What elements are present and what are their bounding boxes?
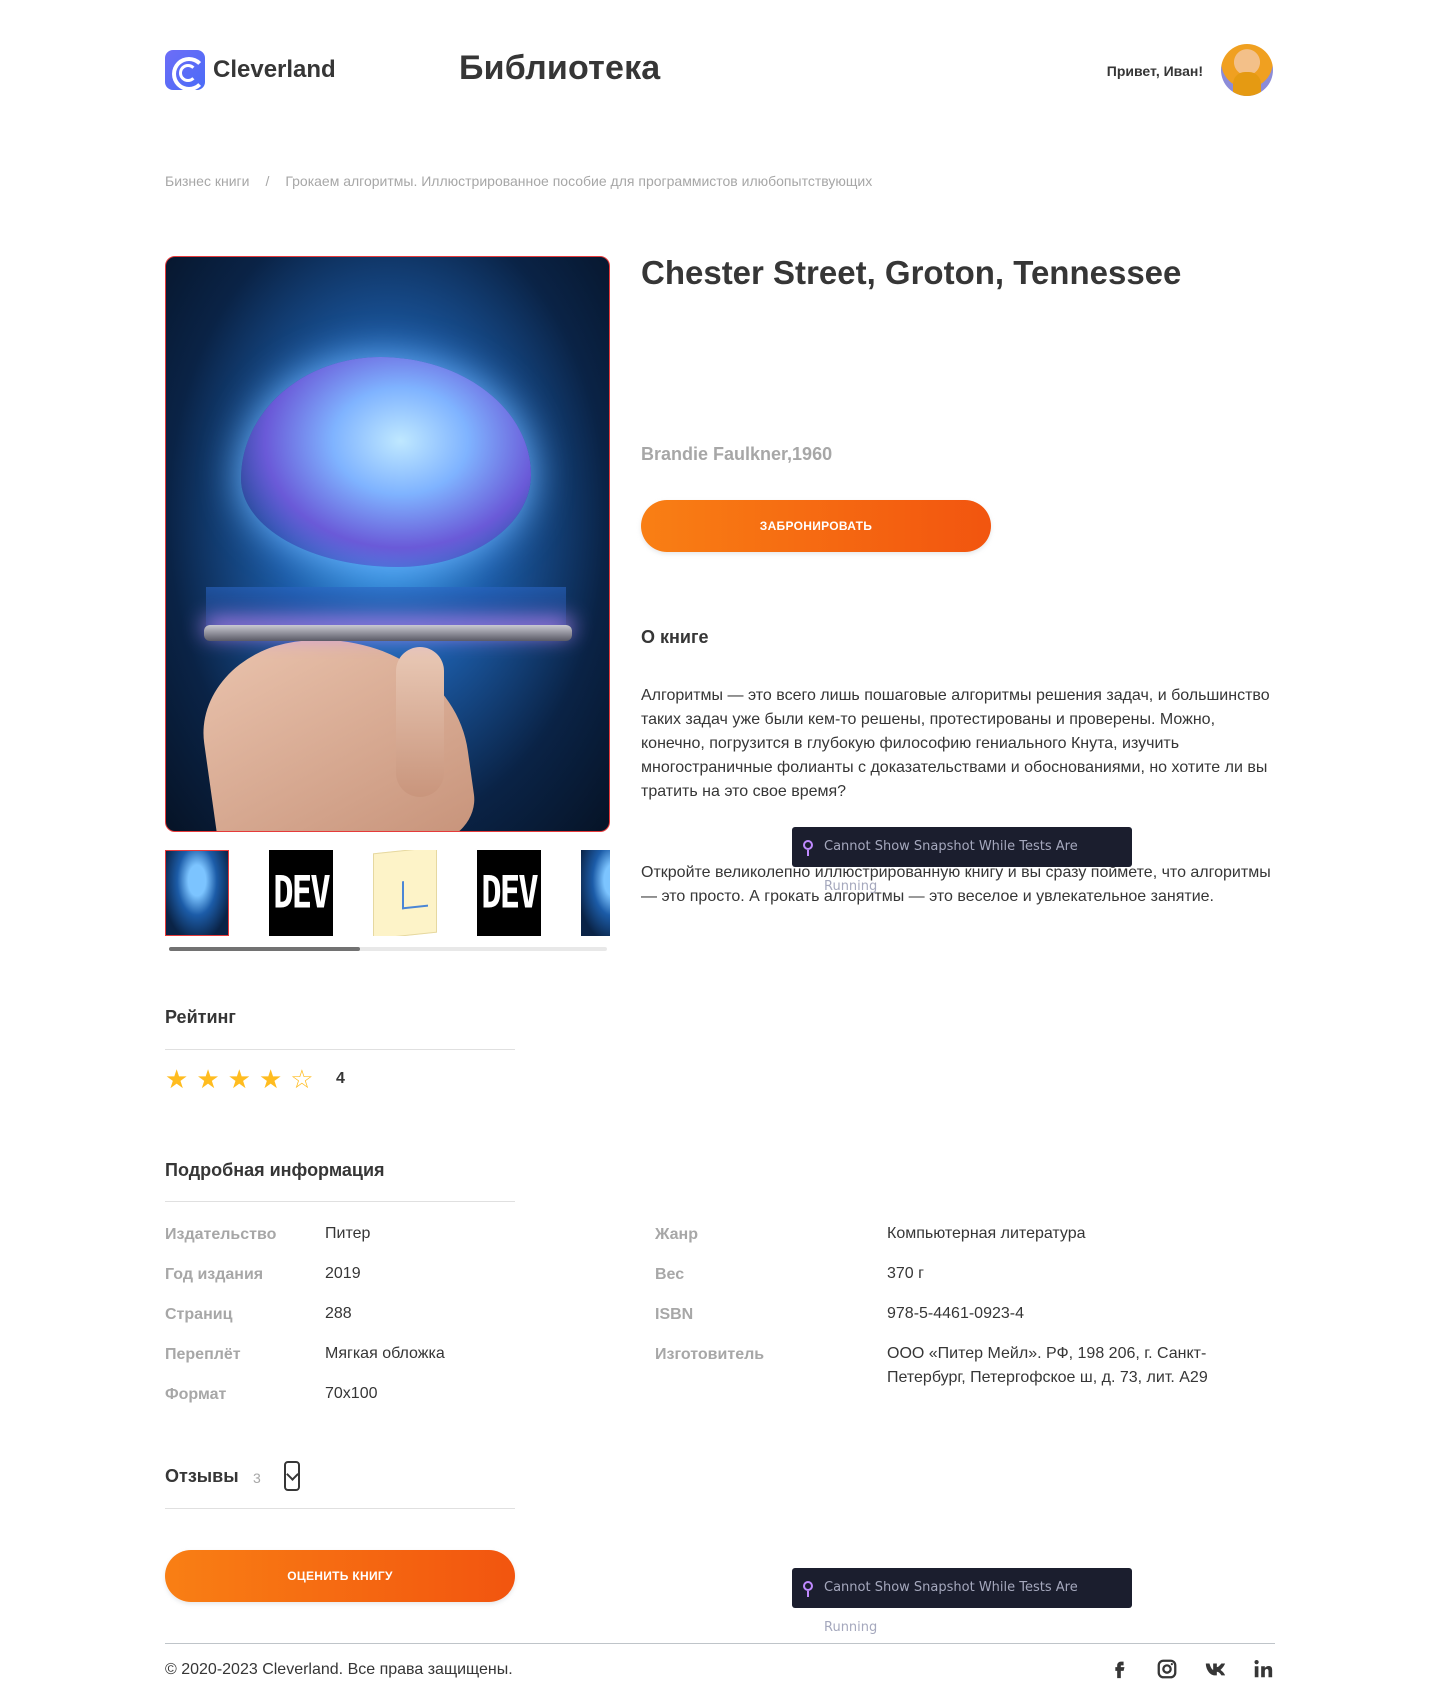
detail-value-binding: Мягкая обложка xyxy=(325,1345,445,1362)
facebook-icon[interactable] xyxy=(1106,1656,1132,1682)
rating-value: 4 xyxy=(336,1070,345,1087)
snapshot-notice: Cannot Show Snapshot While Tests Are Run… xyxy=(792,1568,1132,1635)
about-title: О книге xyxy=(641,627,709,647)
vk-icon[interactable] xyxy=(1202,1656,1228,1682)
header: Cleverland Библиотека Привет, Иван! xyxy=(165,44,1275,100)
book-author: Brandie Faulkner,1960 xyxy=(641,444,833,464)
pin-icon xyxy=(803,840,813,856)
about-paragraph-2: Откройте великолепно иллюстрированную кн… xyxy=(641,864,1271,905)
thumbnail-scroll-thumb[interactable] xyxy=(169,947,360,951)
instagram-icon[interactable] xyxy=(1154,1656,1180,1682)
breadcrumb-separator: / xyxy=(265,173,270,189)
details-title: Подробная информация xyxy=(165,1160,385,1180)
book-reserve-button[interactable]: ЗАБРОНИРОВАТЬ xyxy=(641,500,991,552)
detail-label-format: Формат xyxy=(165,1386,227,1403)
star-filled-icon[interactable]: ★ xyxy=(165,1066,188,1092)
avatar[interactable] xyxy=(1221,44,1273,96)
star-filled-icon[interactable]: ★ xyxy=(196,1066,219,1092)
rating-title: Рейтинг xyxy=(165,1007,236,1027)
detail-value-publisher: Питер xyxy=(325,1225,371,1242)
divider xyxy=(165,1201,515,1202)
divider xyxy=(165,1049,515,1050)
breadcrumb-category[interactable]: Бизнес книги xyxy=(165,173,249,189)
detail-label-genre: Жанр xyxy=(655,1226,698,1243)
rate-book-button[interactable]: ОЦЕНИТЬ КНИГУ xyxy=(165,1550,515,1602)
detail-value-manufacturer: ООО «Питер Мейл». РФ, 198 206, г. Санкт-… xyxy=(887,1345,1208,1386)
user-greeting: Привет, Иван! xyxy=(1106,63,1203,79)
reviews-count: 3 xyxy=(253,1470,261,1486)
logo[interactable]: Cleverland xyxy=(165,50,336,91)
social-links xyxy=(1106,1656,1276,1682)
pin-icon xyxy=(803,1581,813,1597)
detail-value-genre: Компьютерная литература xyxy=(887,1225,1086,1242)
detail-value-pages: 288 xyxy=(325,1305,352,1322)
detail-label-year: Год издания xyxy=(165,1266,264,1283)
logo-icon xyxy=(165,50,206,91)
copyright: © 2020-2023 Cleverland. Все права защище… xyxy=(165,1661,513,1678)
snapshot-notice: Cannot Show Snapshot While Tests Are Run… xyxy=(792,827,1132,894)
linkedin-icon[interactable] xyxy=(1250,1656,1276,1682)
page-title: Библиотека xyxy=(459,49,661,87)
detail-value-year: 2019 xyxy=(325,1265,361,1282)
thumbnail-5[interactable] xyxy=(581,850,610,936)
cover-finger-illustration xyxy=(396,647,444,797)
detail-label-manufacturer: Изготовитель xyxy=(655,1346,765,1363)
logo-text: Cleverland xyxy=(213,56,336,83)
chevron-down-icon[interactable] xyxy=(284,1461,300,1491)
about-paragraph-1: Алгоритмы — это всего лишь пошаговые алг… xyxy=(641,687,1270,800)
detail-label-publisher: Издательство xyxy=(165,1226,277,1243)
detail-label-isbn: ISBN xyxy=(655,1306,694,1323)
thumbnail-scrollbar[interactable] xyxy=(169,947,607,951)
thumbnail-4[interactable]: DEV xyxy=(477,850,541,936)
breadcrumb: Бизнес книги / Грокаем алгоритмы. Иллюст… xyxy=(165,173,872,189)
breadcrumb-current[interactable]: Грокаем алгоритмы. Иллюстрированное посо… xyxy=(285,173,872,189)
snapshot-notice-text: Cannot Show Snapshot While Tests Are Run… xyxy=(824,1580,1078,1635)
thumbnail-carousel: DEV DEV xyxy=(165,850,610,936)
cover-tablet-illustration xyxy=(204,625,572,641)
thumbnail-3[interactable] xyxy=(373,850,437,936)
star-filled-icon[interactable]: ★ xyxy=(228,1066,251,1092)
detail-label-weight: Вес xyxy=(655,1266,685,1283)
detail-label-binding: Переплёт xyxy=(165,1346,241,1363)
cover-brain-illustration xyxy=(241,357,531,567)
star-filled-icon[interactable]: ★ xyxy=(259,1066,282,1092)
detail-value-format: 70х100 xyxy=(325,1385,378,1402)
cover-city-illustration xyxy=(206,587,566,627)
detail-value-weight: 370 г xyxy=(887,1265,924,1282)
footer-divider xyxy=(165,1643,1275,1644)
detail-value-isbn: 978-5-4461-0923-4 xyxy=(887,1305,1024,1322)
book-cover-image xyxy=(165,256,610,832)
reviews-title: Отзывы xyxy=(165,1466,239,1486)
thumbnail-1[interactable] xyxy=(165,850,229,936)
divider xyxy=(165,1508,515,1509)
book-title: Chester Street, Groton, Tennessee xyxy=(641,254,1182,291)
rating-stars: ★ ★ ★ ★ ☆ xyxy=(165,1066,314,1092)
detail-label-pages: Страниц xyxy=(165,1306,233,1323)
thumbnail-2[interactable]: DEV xyxy=(269,850,333,936)
star-empty-icon[interactable]: ☆ xyxy=(290,1066,313,1092)
